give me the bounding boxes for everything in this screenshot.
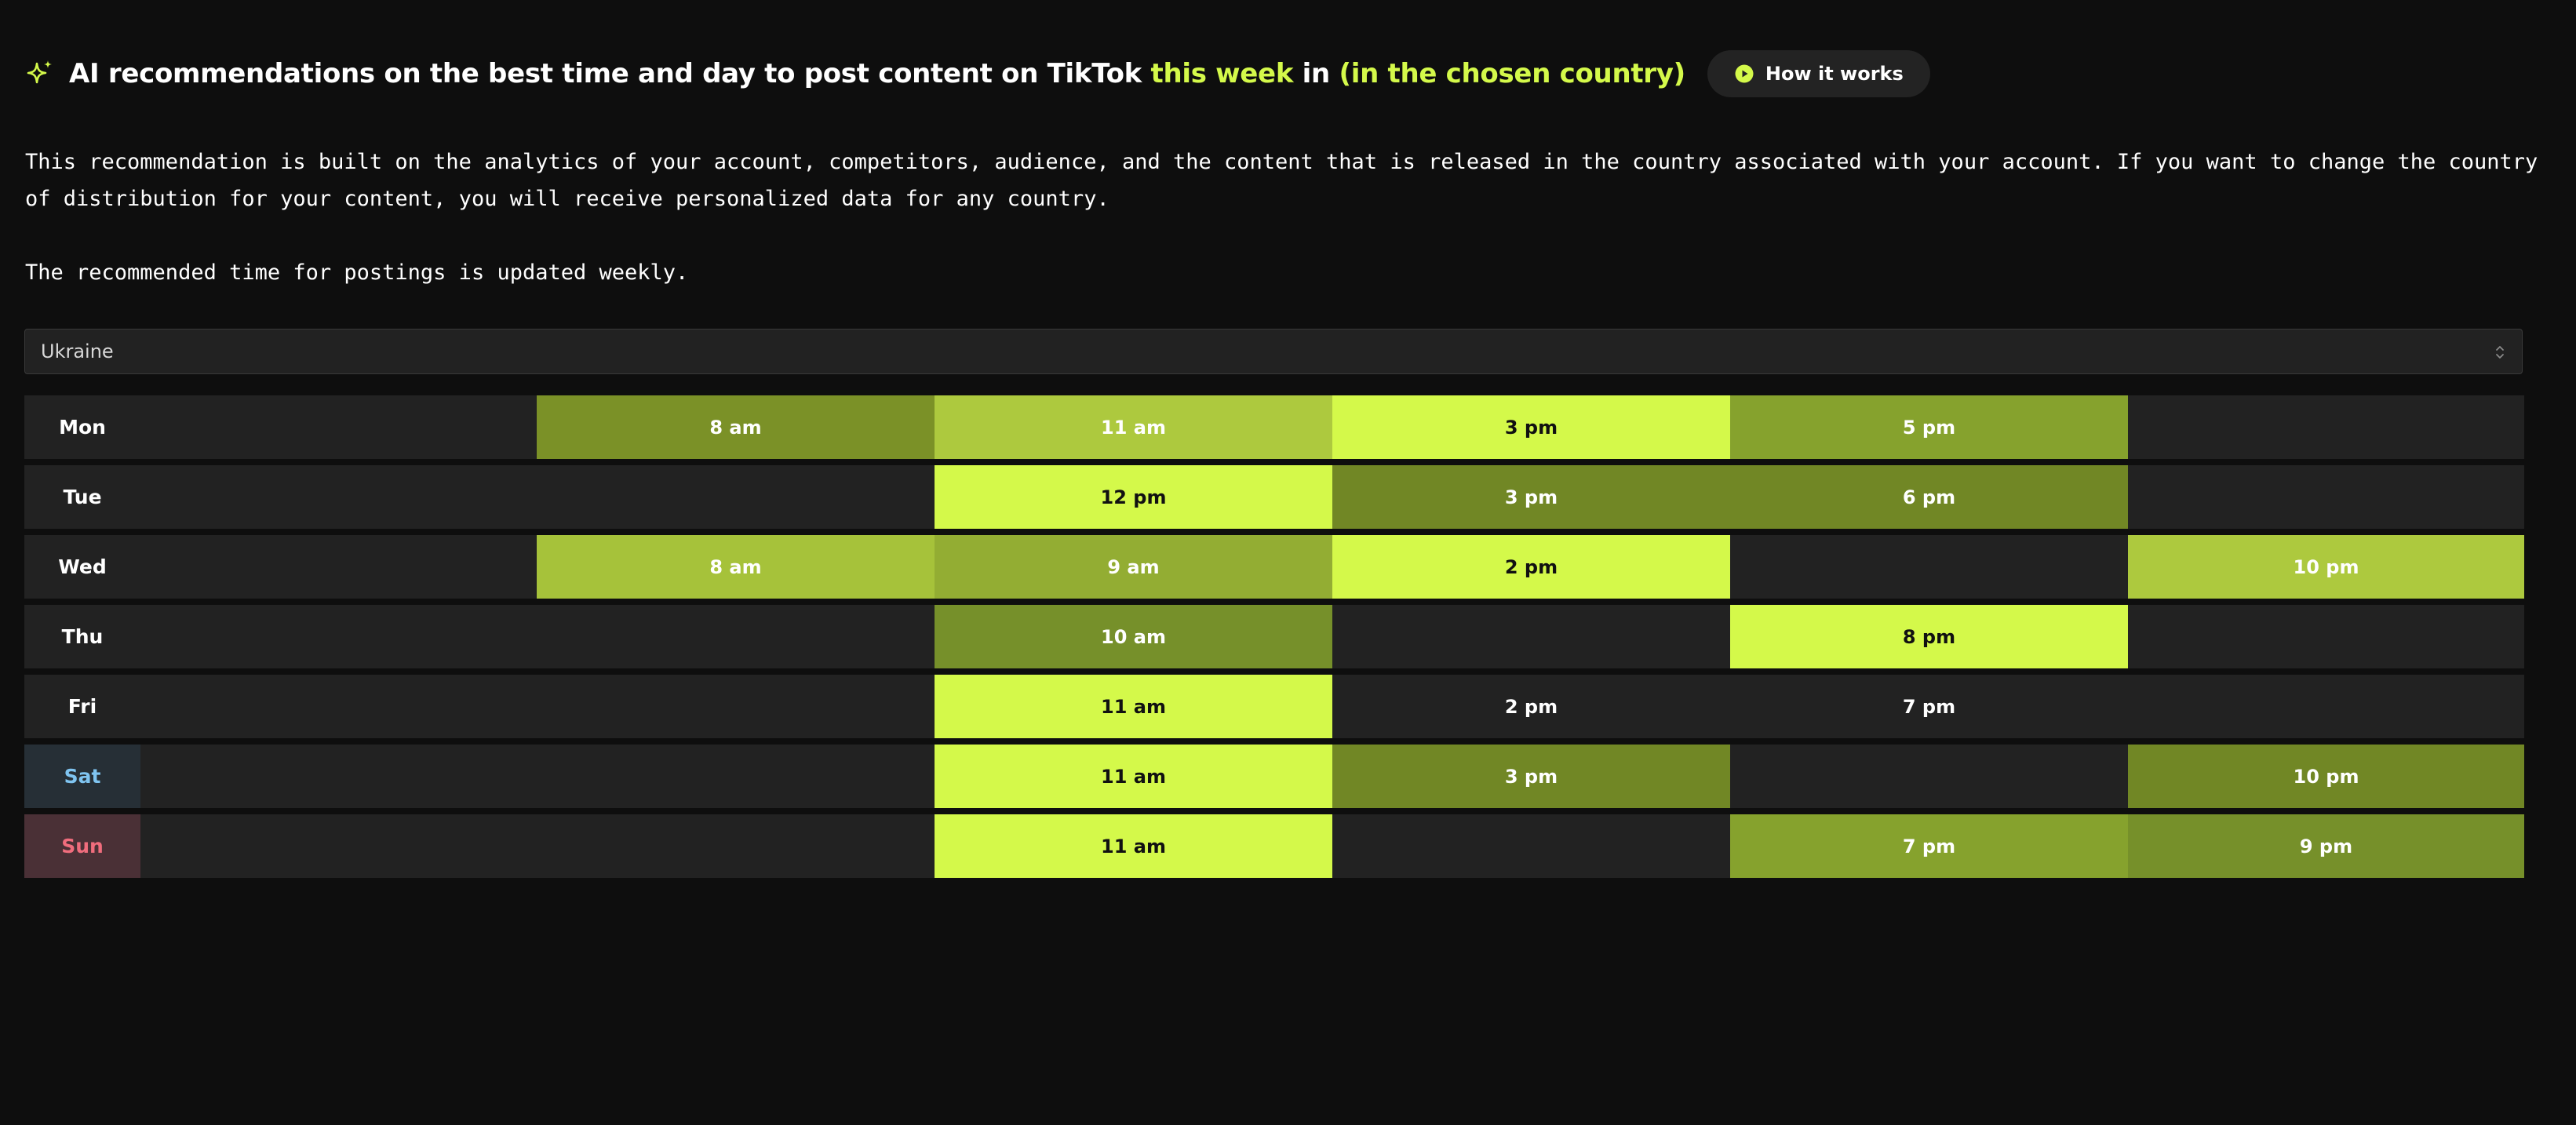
time-slot[interactable]: 7 pm [1730, 675, 2128, 738]
time-slot[interactable]: 12 pm [935, 465, 1332, 529]
time-slot[interactable]: 9 am [935, 535, 1332, 599]
country-select-value: Ukraine [41, 340, 114, 362]
time-slot[interactable]: 11 am [935, 814, 1332, 878]
time-slot[interactable]: 8 am [537, 395, 935, 459]
day-label: Tue [63, 486, 102, 508]
update-note: The recommended time for postings is upd… [25, 260, 689, 285]
schedule-row-fri: Fri 11 am 2 pm 7 pm [24, 675, 2524, 738]
time-slot[interactable]: 11 am [935, 395, 1332, 459]
day-label: Sun [24, 814, 140, 878]
play-icon [1734, 64, 1754, 84]
schedule-row-sun: Sun 11 am 7 pm 9 pm [24, 814, 2524, 878]
title-text-in: in [1293, 58, 1339, 89]
time-slot[interactable]: 2 pm [1332, 675, 1730, 738]
schedule-grid: Mon 8 am 11 am 3 pm 5 pm Tue 12 pm 3 pm 6 pm Wed 8… [24, 395, 2524, 884]
chevron-updown-icon [2496, 346, 2504, 359]
schedule-row-tue: Tue 12 pm 3 pm 6 pm [24, 465, 2524, 529]
day-label: Thu [61, 625, 104, 648]
description: This recommendation is built on the anal… [25, 144, 2552, 291]
time-slot[interactable]: 3 pm [1332, 395, 1730, 459]
country-select[interactable]: Ukraine [24, 329, 2523, 374]
title-text: AI recommendations on the best time and … [69, 58, 1151, 89]
day-label: Sat [24, 745, 140, 808]
page-header: AI recommendations on the best time and … [25, 50, 1930, 97]
time-slot[interactable]: 8 pm [1730, 605, 2128, 668]
time-slot[interactable]: 3 pm [1332, 465, 1730, 529]
how-it-works-label: How it works [1765, 63, 1904, 85]
schedule-row-mon: Mon 8 am 11 am 3 pm 5 pm [24, 395, 2524, 459]
schedule-row-thu: Thu 10 am 8 pm [24, 605, 2524, 668]
time-slot[interactable]: 9 pm [2128, 814, 2524, 878]
title-highlight-week: this week [1150, 58, 1294, 89]
time-slot[interactable]: 2 pm [1332, 535, 1730, 599]
title-highlight-country: (in the chosen country) [1339, 58, 1685, 89]
time-slot[interactable]: 10 am [935, 605, 1332, 668]
time-slot[interactable]: 5 pm [1730, 395, 2128, 459]
time-slot[interactable]: 11 am [935, 675, 1332, 738]
time-slot[interactable]: 7 pm [1730, 814, 2128, 878]
time-slot[interactable]: 8 am [537, 535, 935, 599]
time-slot[interactable]: 6 pm [1730, 465, 2128, 529]
day-label: Fri [67, 695, 97, 718]
page-title: AI recommendations on the best time and … [69, 58, 1685, 89]
how-it-works-button[interactable]: How it works [1707, 50, 1930, 97]
time-slot[interactable]: 3 pm [1332, 745, 1730, 808]
day-label: Wed [58, 555, 107, 578]
sparkle-icon [25, 59, 55, 89]
time-slot[interactable]: 10 pm [2128, 535, 2524, 599]
time-slot[interactable]: 10 pm [2128, 745, 2524, 808]
description-paragraph: This recommendation is built on the anal… [25, 150, 2538, 211]
time-slot[interactable]: 11 am [935, 745, 1332, 808]
schedule-row-sat: Sat 11 am 3 pm 10 pm [24, 745, 2524, 808]
day-label: Mon [59, 416, 106, 439]
schedule-row-wed: Wed 8 am 9 am 2 pm 10 pm [24, 535, 2524, 599]
